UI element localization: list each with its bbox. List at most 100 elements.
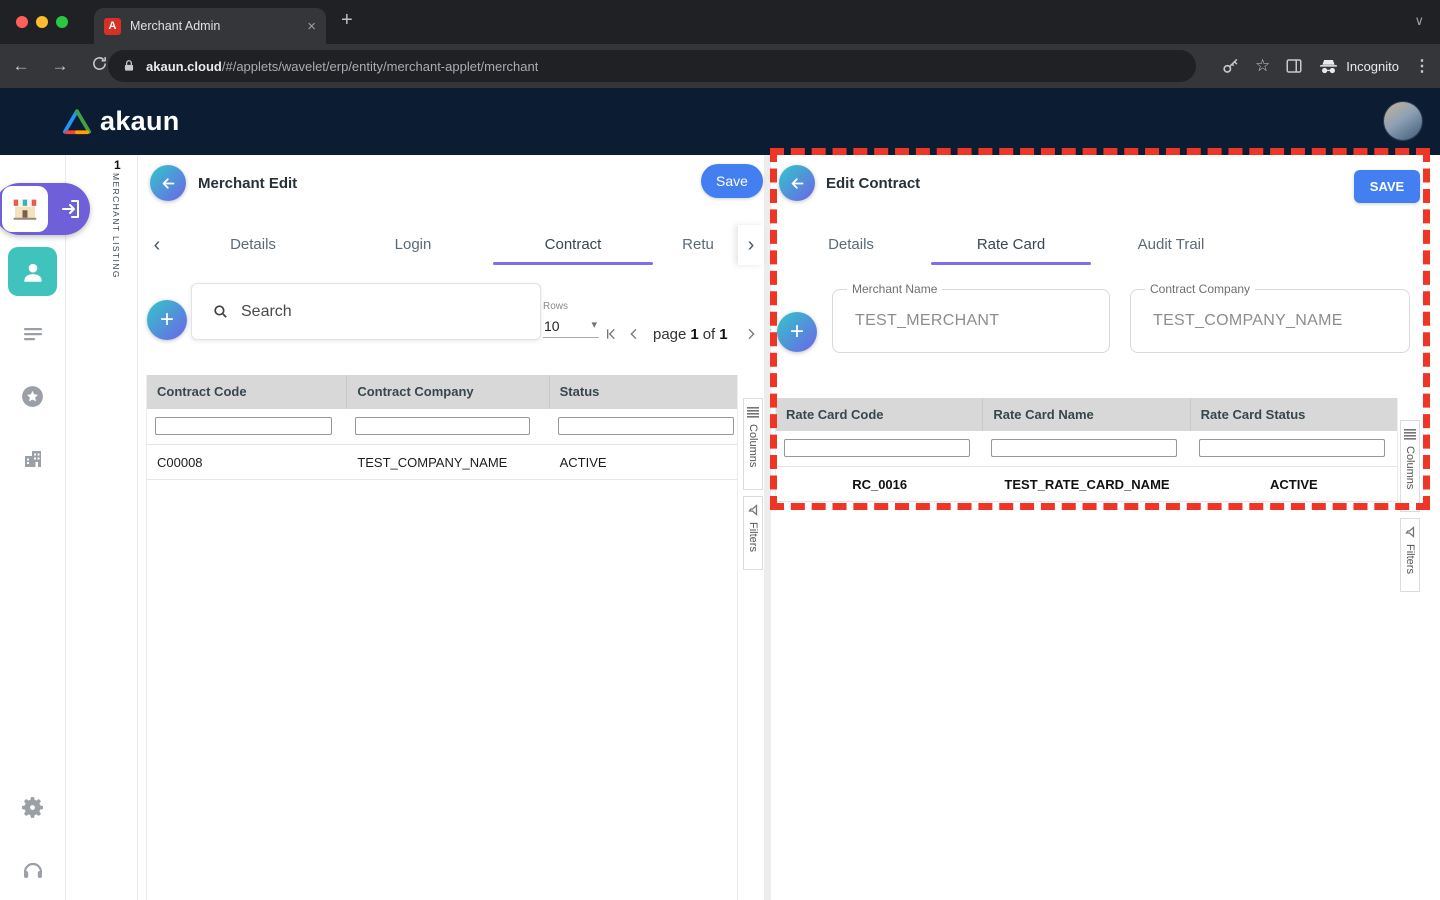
tabs-scroll-left-icon[interactable]: ‹ — [146, 225, 168, 265]
filter-input-contract-company[interactable] — [355, 417, 530, 435]
pagination: page1of1 — [602, 321, 783, 347]
sidebar-item-support[interactable] — [0, 858, 65, 882]
tab-favicon: A — [104, 18, 121, 35]
rate-card-table-row[interactable]: RC_0016 TEST_RATE_CARD_NAME ACTIVE — [776, 467, 1397, 502]
applet-vertical-label: MERCHANT LISTING — [111, 173, 121, 279]
arrow-left-icon — [160, 175, 177, 192]
edit-contract-back-button[interactable] — [779, 165, 815, 201]
star-circle-icon — [20, 384, 45, 409]
tab-rate-card[interactable]: Rate Card — [931, 225, 1091, 265]
edit-contract-title: Edit Contract — [826, 175, 920, 192]
search-input[interactable] — [239, 302, 540, 322]
merchant-save-button[interactable]: Save — [701, 164, 763, 198]
browser-tab[interactable]: A Merchant Admin × — [94, 8, 326, 44]
header-rate-card-code[interactable]: Rate Card Code — [776, 398, 983, 431]
tab-details[interactable]: Details — [173, 225, 333, 265]
active-tab-underline — [493, 262, 653, 265]
close-window-button[interactable] — [16, 16, 28, 28]
tab-search-chevron-icon[interactable]: ∨ — [1414, 13, 1424, 29]
tab-login[interactable]: Login — [333, 225, 493, 265]
header-contract-code[interactable]: Contract Code — [147, 375, 347, 409]
filter-input-rate-card-status[interactable] — [1199, 439, 1385, 457]
merchant-edit-back-button[interactable] — [150, 165, 186, 201]
rate-card-table-header: Rate Card Code Rate Card Name Rate Card … — [776, 398, 1397, 431]
bookmark-star-icon[interactable]: ☆ — [1255, 56, 1270, 76]
browser-menu-icon[interactable]: ⋮ — [1414, 56, 1430, 76]
cell-status: ACTIVE — [550, 455, 737, 470]
add-rate-card-button[interactable]: + — [777, 312, 817, 352]
contract-table-header: Contract Code Contract Company Status — [147, 375, 737, 409]
zoom-window-button[interactable] — [56, 16, 68, 28]
address-bar[interactable]: akaun.cloud/#/applets/wavelet/erp/entity… — [108, 50, 1196, 82]
filter-funnel-icon — [1404, 526, 1416, 538]
sidebar-item-settings[interactable] — [0, 795, 65, 820]
back-button[interactable]: ← — [10, 56, 32, 76]
filters-side-tab[interactable]: Filters — [743, 496, 763, 570]
applet-badge-count: 1 — [114, 158, 121, 172]
contract-company-field[interactable]: Contract Company TEST_COMPANY_NAME — [1130, 289, 1410, 353]
cell-rate-card-status: ACTIVE — [1191, 477, 1397, 492]
columns-side-tab[interactable]: Columns — [1400, 420, 1420, 512]
filter-input-rate-card-name[interactable] — [991, 439, 1177, 457]
tabs-scroll-right-icon[interactable]: › — [738, 225, 764, 265]
reload-button[interactable] — [88, 55, 110, 77]
header-rate-card-name[interactable]: Rate Card Name — [983, 398, 1190, 431]
contract-save-button[interactable]: SAVE — [1354, 170, 1420, 203]
merchant-name-field[interactable]: Merchant Name TEST_MERCHANT — [832, 289, 1110, 353]
rate-card-table: Rate Card Code Rate Card Name Rate Card … — [775, 398, 1398, 502]
tab-close-icon[interactable]: × — [307, 18, 316, 35]
edit-contract-panel: Edit Contract SAVE Details Rate Card Aud… — [771, 155, 1440, 900]
brand-logo[interactable]: akaun — [62, 88, 180, 155]
arrow-left-icon — [789, 175, 806, 192]
forward-button[interactable]: → — [49, 56, 71, 76]
url-text: akaun.cloud/#/applets/wavelet/erp/entity… — [146, 59, 538, 74]
sidebar-item-favorites[interactable] — [0, 384, 65, 409]
page-indicator: page1of1 — [653, 326, 732, 343]
browser-tabstrip: A Merchant Admin × + ∨ — [0, 0, 1440, 44]
password-key-icon[interactable] — [1221, 57, 1240, 76]
applet-label-strip — [66, 155, 137, 900]
list-icon — [21, 322, 45, 346]
side-panel-icon[interactable] — [1285, 57, 1303, 75]
filter-input-status[interactable] — [558, 417, 734, 435]
filter-input-contract-code[interactable] — [155, 417, 332, 435]
minimize-window-button[interactable] — [36, 16, 48, 28]
header-status[interactable]: Status — [550, 375, 737, 409]
gear-icon — [20, 795, 45, 820]
headset-icon — [21, 858, 45, 882]
page-number: 1 — [690, 326, 698, 343]
tab-audit-trail[interactable]: Audit Trail — [1091, 225, 1251, 265]
user-avatar[interactable] — [1384, 102, 1422, 140]
first-page-icon[interactable] — [602, 323, 620, 345]
filters-side-tab[interactable]: Filters — [1400, 518, 1420, 592]
tab-contract[interactable]: Contract — [493, 225, 653, 265]
tab-returns-clipped[interactable]: Retu — [658, 225, 738, 265]
toolbar-actions: ☆ Incognito ⋮ — [1221, 44, 1430, 88]
contract-company-value: TEST_COMPANY_NAME — [1153, 290, 1343, 352]
columns-side-tab[interactable]: Columns — [743, 398, 763, 490]
sidebar-item-list[interactable] — [0, 322, 65, 346]
header-rate-card-status[interactable]: Rate Card Status — [1191, 398, 1397, 431]
merchant-edit-panel: Merchant Edit Save ‹ Details Login Contr… — [137, 155, 764, 900]
add-contract-button[interactable]: + — [147, 300, 187, 340]
filter-funnel-icon — [747, 504, 759, 516]
storefront-icon — [2, 186, 48, 232]
columns-side-tab-label: Columns — [1404, 446, 1416, 489]
incognito-icon — [1318, 56, 1339, 77]
sidebar-item-merchant-listing[interactable] — [0, 183, 90, 235]
prev-page-icon[interactable] — [625, 323, 643, 345]
new-tab-button[interactable]: + — [341, 9, 353, 32]
contract-table-row[interactable]: C00008 TEST_COMPANY_NAME ACTIVE — [147, 445, 737, 480]
sidebar-item-organization[interactable] — [0, 447, 65, 471]
enter-applet-icon — [59, 197, 83, 226]
header-contract-company[interactable]: Contract Company — [347, 375, 549, 409]
window-controls — [16, 16, 68, 28]
filter-input-rate-card-code[interactable] — [784, 439, 970, 457]
rows-per-page-select[interactable]: 10 ▾ — [543, 315, 599, 338]
columns-icon — [1404, 428, 1416, 440]
cell-rate-card-name: TEST_RATE_CARD_NAME — [983, 477, 1190, 492]
sidebar-item-merchant-active[interactable] — [8, 247, 57, 296]
tab-contract-details[interactable]: Details — [771, 225, 931, 265]
app-navbar: akaun — [0, 88, 1440, 155]
next-page-icon[interactable] — [742, 323, 760, 345]
